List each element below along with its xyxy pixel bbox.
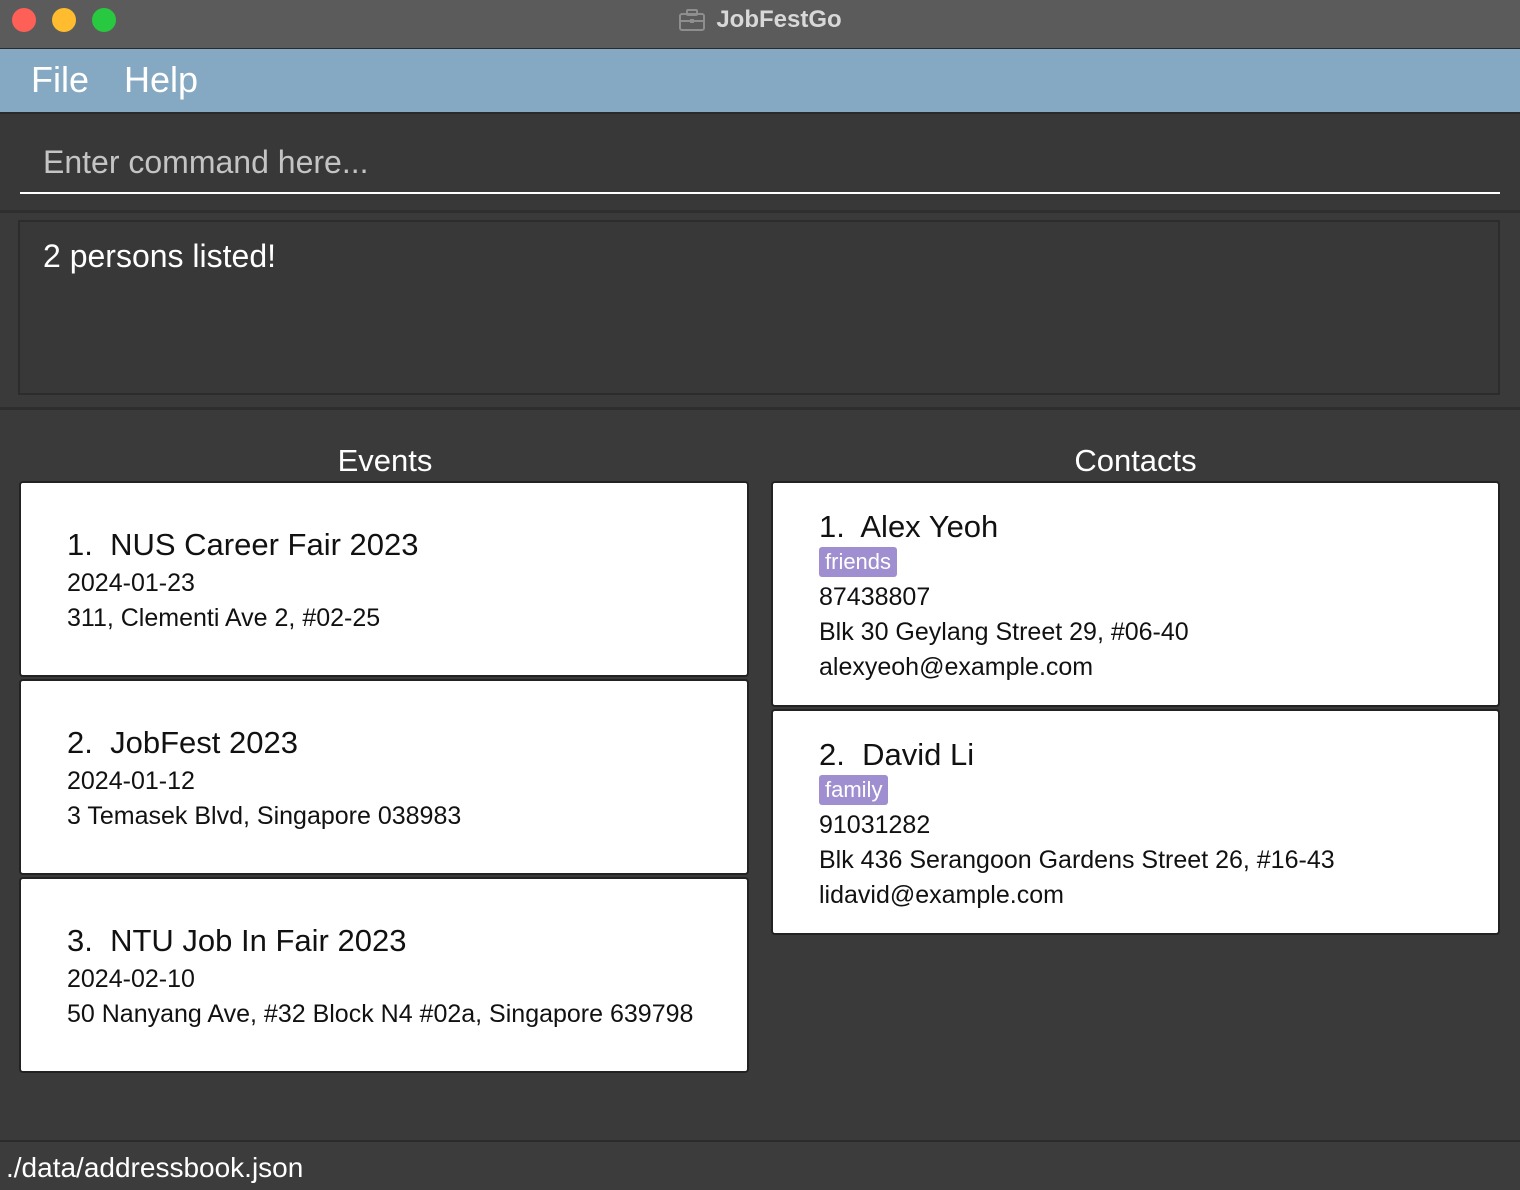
event-address: 50 Nanyang Ave, #32 Block N4 #02a, Singa… — [67, 1000, 694, 1028]
event-address: 3 Temasek Blvd, Singapore 038983 — [67, 802, 462, 830]
menu-file[interactable]: File — [31, 59, 89, 101]
events-heading: Events — [337, 443, 433, 478]
title-bar: JobFestGo — [0, 0, 1520, 49]
result-text: 2 persons listed! — [43, 238, 277, 274]
section-divider — [0, 407, 1520, 410]
event-index: 3. — [67, 923, 93, 958]
event-title: 1. NUS Career Fair 2023 — [67, 527, 747, 563]
contact-phone: 87438807 — [819, 583, 931, 611]
event-card[interactable]: 2. JobFest 2023 2024-01-12 3 Temasek Blv… — [19, 679, 749, 875]
event-title: 3. NTU Job In Fair 2023 — [67, 923, 747, 959]
contact-phone: 91031282 — [819, 811, 931, 839]
event-date: 2024-02-10 — [67, 965, 195, 993]
event-address: 311, Clementi Ave 2, #02-25 — [67, 604, 381, 632]
briefcase-icon — [679, 9, 706, 31]
contact-title: 2. David Li — [819, 737, 1498, 773]
event-index: 1. — [67, 527, 93, 562]
event-date: 2024-01-23 — [67, 569, 195, 597]
contact-title: 1. Alex Yeoh — [819, 509, 1498, 545]
menu-help[interactable]: Help — [124, 59, 198, 101]
window-title: JobFestGo — [716, 6, 842, 33]
contact-address: Blk 436 Serangoon Gardens Street 26, #16… — [819, 846, 1335, 874]
data-file-path: ./data/addressbook.json — [6, 1152, 304, 1183]
contact-name: Alex Yeoh — [860, 509, 999, 544]
event-name: NUS Career Fair 2023 — [110, 527, 419, 562]
contact-index: 2. — [819, 737, 845, 772]
result-display: 2 persons listed! — [18, 220, 1500, 395]
contact-tag: friends — [819, 547, 898, 577]
status-bar: ./data/addressbook.json — [0, 1140, 1520, 1190]
command-area — [0, 112, 1520, 213]
contact-address: Blk 30 Geylang Street 29, #06-40 — [819, 618, 1189, 646]
event-title: 2. JobFest 2023 — [67, 725, 747, 761]
event-card[interactable]: 1. NUS Career Fair 2023 2024-01-23 311, … — [19, 481, 749, 677]
contact-email: alexyeoh@example.com — [819, 653, 1094, 681]
contact-index: 1. — [819, 509, 845, 544]
contact-card[interactable]: 2. David Li family 91031282 Blk 436 Sera… — [771, 709, 1500, 935]
contact-card[interactable]: 1. Alex Yeoh friends 87438807 Blk 30 Gey… — [771, 481, 1500, 707]
event-card[interactable]: 3. NTU Job In Fair 2023 2024-02-10 50 Na… — [19, 877, 749, 1073]
command-input[interactable] — [20, 132, 1500, 194]
event-name: NTU Job In Fair 2023 — [110, 923, 407, 958]
window-title-wrap: JobFestGo — [0, 0, 1520, 40]
event-date: 2024-01-12 — [67, 767, 195, 795]
contact-email: lidavid@example.com — [819, 881, 1064, 909]
menu-bar: File Help — [0, 49, 1520, 112]
event-index: 2. — [67, 725, 93, 760]
event-name: JobFest 2023 — [110, 725, 298, 760]
contacts-heading: Contacts — [1074, 443, 1197, 478]
contact-name: David Li — [862, 737, 975, 772]
contact-tag: family — [819, 775, 889, 805]
